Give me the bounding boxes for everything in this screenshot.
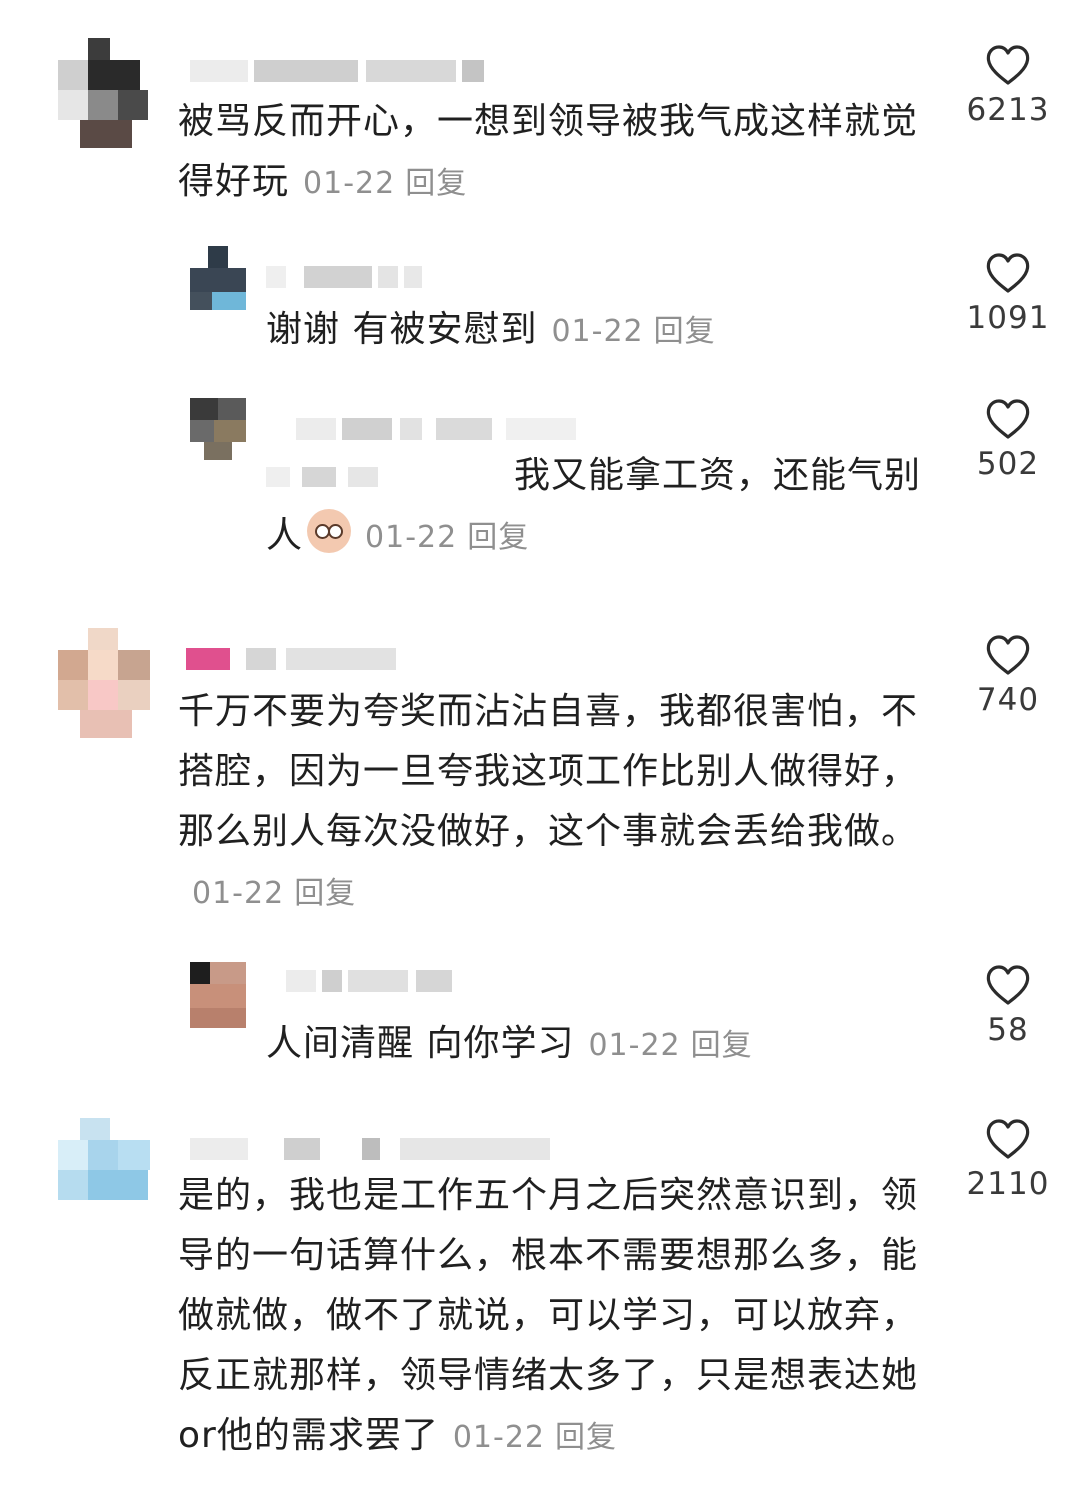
comment-date: 01-22 — [452, 1420, 546, 1455]
heart-outline-icon — [986, 1119, 1030, 1159]
comment-date: 01-22 — [303, 166, 396, 201]
comment-meta: 01-22 回复 — [551, 314, 715, 349]
like-button[interactable]: 740 — [960, 634, 1056, 718]
username-redacted[interactable] — [266, 266, 426, 288]
reply-1-1: 谢谢 有被安慰到 01-22 回复 1091 — [0, 230, 1080, 360]
like-count: 740 — [976, 682, 1040, 718]
comment-content: 被骂反而开心，一想到领导被我气成这样就觉得好玩 — [178, 101, 919, 202]
avatar[interactable] — [190, 246, 246, 314]
comment-meta: 01-22 回复 — [303, 166, 467, 201]
comment-text: 被骂反而开心，一想到领导被我气成这样就觉得好玩 01-22 回复 — [178, 92, 938, 214]
username-redacted[interactable] — [296, 418, 586, 440]
comment-meta: 01-22 回复 — [365, 520, 529, 555]
like-count: 2110 — [966, 1166, 1050, 1202]
avatar[interactable] — [190, 398, 246, 466]
like-button[interactable]: 6213 — [960, 44, 1056, 128]
like-button[interactable]: 58 — [960, 964, 1056, 1048]
comment-3: 是的，我也是工作五个月之后突然意识到，领导的一句话算什么，根本不需要想那么多，能… — [0, 1110, 1080, 1502]
comment-text: 我又能拿工资，还能气别人 01-22 回复 — [266, 446, 946, 568]
heart-outline-icon — [986, 45, 1030, 85]
avatar[interactable] — [58, 1118, 150, 1228]
avatar[interactable] — [58, 628, 150, 738]
avatar[interactable] — [190, 962, 246, 1030]
like-count: 502 — [976, 446, 1040, 482]
username-redacted[interactable] — [190, 1138, 610, 1160]
comment-text: 谢谢 有被安慰到 01-22 回复 — [266, 300, 936, 362]
comment-content: 人间清醒 向你学习 — [266, 1023, 575, 1064]
avatar[interactable] — [58, 38, 150, 148]
reply-button[interactable]: 回复 — [405, 166, 467, 201]
like-button[interactable]: 1091 — [960, 252, 1056, 336]
heart-outline-icon — [986, 253, 1030, 293]
comment-text: 千万不要为夸奖而沾沾自喜，我都很害怕，不搭腔，因为一旦夸我这项工作比别人做得好，… — [178, 682, 938, 924]
heart-outline-icon — [986, 965, 1030, 1005]
reply-button[interactable]: 回复 — [555, 1420, 617, 1455]
comment-date: 01-22 — [192, 876, 285, 911]
comment-text: 人间清醒 向你学习 01-22 回复 — [266, 1014, 946, 1076]
reply-button[interactable]: 回复 — [294, 876, 356, 911]
like-count: 6213 — [966, 92, 1050, 128]
like-button[interactable]: 502 — [960, 398, 1056, 482]
reply-1-2: 我又能拿工资，还能气别人 01-22 回复 502 — [0, 380, 1080, 590]
reply-button[interactable]: 回复 — [654, 314, 716, 349]
like-count: 1091 — [966, 300, 1050, 336]
username-redacted[interactable] — [186, 648, 406, 670]
reply-button[interactable]: 回复 — [467, 520, 529, 555]
comment-meta: 01-22 回复 — [588, 1028, 752, 1063]
like-count: 58 — [987, 1012, 1029, 1048]
username-redacted[interactable] — [190, 60, 490, 82]
comment-content: 是的，我也是工作五个月之后突然意识到，领导的一句话算什么，根本不需要想那么多，能… — [178, 1175, 919, 1456]
comment-meta: 01-22 回复 — [453, 1420, 617, 1455]
comment-date: 01-22 — [365, 520, 458, 555]
comment-1: 被骂反而开心，一想到领导被我气成这样就觉得好玩 01-22 回复 6213 — [0, 0, 1080, 230]
heart-outline-icon — [986, 399, 1030, 439]
comment-date: 01-22 — [588, 1028, 681, 1063]
heart-outline-icon — [986, 635, 1030, 675]
reply-button[interactable]: 回复 — [691, 1028, 753, 1063]
cute-face-emoji — [307, 509, 352, 553]
comment-date: 01-22 — [551, 314, 644, 349]
comment-content: 谢谢 有被安慰到 — [266, 309, 538, 350]
comment-text: 是的，我也是工作五个月之后突然意识到，领导的一句话算什么，根本不需要想那么多，能… — [178, 1166, 938, 1468]
like-button[interactable]: 2110 — [960, 1118, 1056, 1202]
comment-content: 千万不要为夸奖而沾沾自喜，我都很害怕，不搭腔，因为一旦夸我这项工作比别人做得好，… — [178, 691, 919, 852]
comment-2: 千万不要为夸奖而沾沾自喜，我都很害怕，不搭腔，因为一旦夸我这项工作比别人做得好，… — [0, 620, 1080, 940]
username-redacted[interactable] — [286, 970, 466, 992]
reply-2-1: 人间清醒 向你学习 01-22 回复 58 — [0, 950, 1080, 1080]
comment-meta: 01-22 回复 — [192, 876, 356, 911]
